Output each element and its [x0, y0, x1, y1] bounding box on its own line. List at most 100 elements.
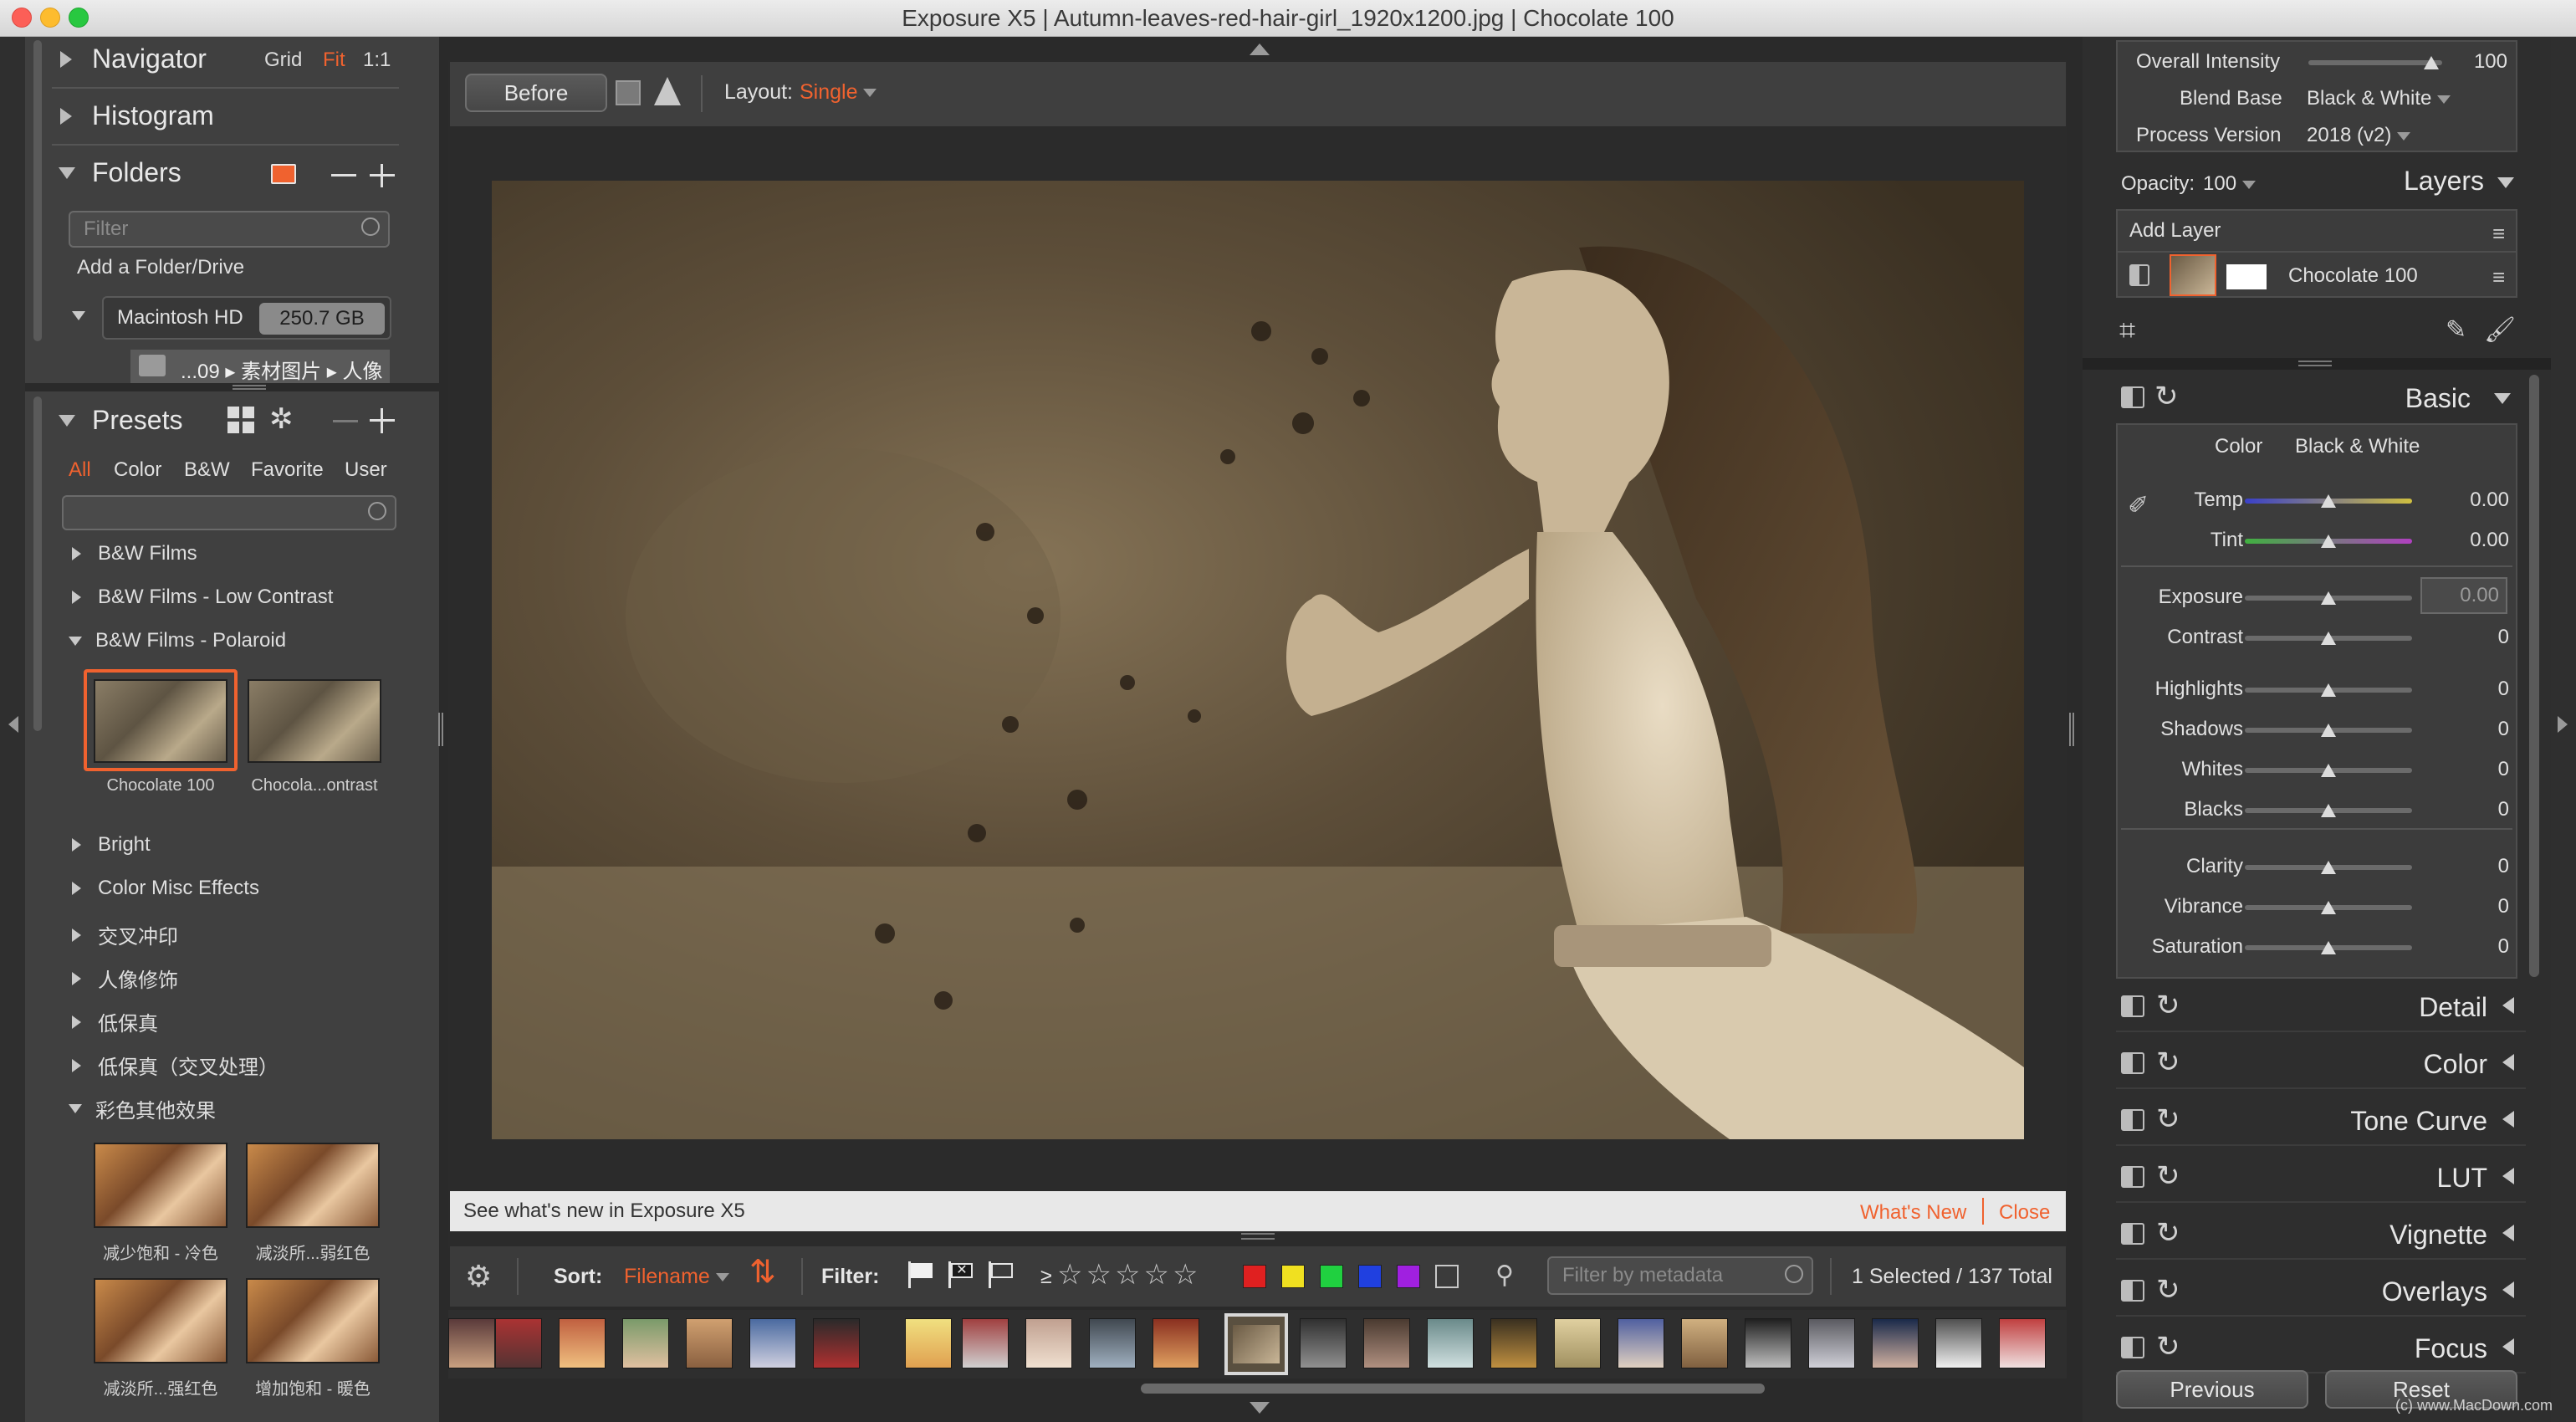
- layer-mask-thumbnail[interactable]: [2226, 264, 2267, 289]
- plus-icon[interactable]: [370, 164, 395, 187]
- import-folder-icon[interactable]: [271, 164, 296, 184]
- flag-icon[interactable]: [908, 1261, 933, 1288]
- expand-icon[interactable]: [72, 547, 81, 560]
- tab-all[interactable]: All: [69, 458, 91, 482]
- filmstrip-thumbnail[interactable]: [1089, 1318, 1136, 1368]
- filmstrip-thumbnail[interactable]: [962, 1318, 1009, 1368]
- unflagged-icon[interactable]: [989, 1261, 1014, 1288]
- previous-button[interactable]: Previous: [2116, 1370, 2308, 1409]
- filmstrip-thumbnail[interactable]: [448, 1318, 495, 1368]
- panel-focus[interactable]: ↻ Focus: [2116, 1322, 2526, 1373]
- panel-color[interactable]: ↻ Color: [2116, 1037, 2526, 1089]
- before-button[interactable]: Before: [465, 74, 607, 112]
- filmstrip-resize-handle[interactable]: [1241, 1233, 1275, 1240]
- expand-icon[interactable]: [2502, 1225, 2514, 1241]
- preset-thumbnail[interactable]: [94, 1278, 227, 1363]
- navigator-grid[interactable]: Grid: [264, 49, 302, 72]
- filmstrip-thumbnail[interactable]: [905, 1318, 952, 1368]
- expand-icon[interactable]: [2502, 1111, 2514, 1128]
- panel-splitter[interactable]: [2083, 358, 2551, 370]
- add-layer-button[interactable]: Add Layer: [2129, 219, 2221, 243]
- expand-icon[interactable]: [2502, 1338, 2514, 1355]
- expand-icon[interactable]: [60, 50, 72, 68]
- minimize-window-button[interactable]: [40, 8, 60, 28]
- tab-color[interactable]: Color: [114, 458, 161, 482]
- star-icon[interactable]: ☆: [1143, 1259, 1168, 1291]
- slider-saturation[interactable]: [2245, 941, 2412, 954]
- panel-detail[interactable]: ↻ Detail: [2116, 980, 2526, 1032]
- slider-knob[interactable]: [2321, 901, 2336, 914]
- selected-filmstrip-thumbnail[interactable]: [1224, 1313, 1288, 1375]
- collapse-left-icon[interactable]: [8, 716, 18, 733]
- preset-group[interactable]: 低保真（交叉处理）: [72, 1051, 279, 1080]
- panel-toggle-icon[interactable]: [2121, 1166, 2144, 1188]
- panel-lut[interactable]: ↻ LUT: [2116, 1151, 2526, 1203]
- crop-icon[interactable]: ⌗: [2119, 316, 2135, 345]
- filmstrip-thumbnail[interactable]: [622, 1318, 669, 1368]
- color-mode-value[interactable]: Black & White: [2295, 435, 2420, 458]
- expand-icon[interactable]: [2502, 997, 2514, 1014]
- panel-toggle-icon[interactable]: [2121, 386, 2144, 408]
- collapse-icon[interactable]: [69, 1104, 82, 1113]
- reject-flag-icon[interactable]: ✕: [948, 1261, 974, 1288]
- minus-icon[interactable]: [333, 420, 358, 422]
- filmstrip-thumbnail[interactable]: [749, 1318, 796, 1368]
- collapse-all-icon[interactable]: ✲: [269, 405, 294, 433]
- menu-icon[interactable]: ≡: [2492, 221, 2505, 247]
- expand-icon[interactable]: [72, 928, 81, 942]
- slider-knob[interactable]: [2321, 591, 2336, 605]
- collapse-icon[interactable]: [59, 414, 75, 427]
- reset-panel-icon[interactable]: ↻: [2156, 989, 2180, 1022]
- minus-icon[interactable]: [331, 174, 356, 176]
- zoom-window-button[interactable]: [69, 8, 89, 28]
- slider-value-exposure[interactable]: 0.00: [2420, 577, 2507, 614]
- tab-bw[interactable]: B&W: [184, 458, 230, 482]
- filmstrip-thumbnail[interactable]: [1153, 1318, 1199, 1368]
- panel-splitter[interactable]: [25, 383, 439, 391]
- panel-tone-curve[interactable]: ↻ Tone Curve: [2116, 1094, 2526, 1146]
- star-icon[interactable]: ☆: [1086, 1259, 1111, 1291]
- collapse-top-icon[interactable]: [1250, 43, 1270, 55]
- blue-label-swatch[interactable]: [1358, 1265, 1382, 1288]
- scrollbar[interactable]: [33, 396, 42, 731]
- preset-group[interactable]: Bright: [72, 833, 151, 857]
- slider-knob[interactable]: [2321, 861, 2336, 874]
- drive-row[interactable]: Macintosh HD 250.7 GB: [102, 296, 391, 340]
- slider-knob[interactable]: [2424, 56, 2440, 69]
- collapse-icon[interactable]: [69, 636, 82, 646]
- filmstrip-thumbnail[interactable]: [1554, 1318, 1601, 1368]
- add-folder-link[interactable]: Add a Folder/Drive: [77, 256, 244, 279]
- red-label-swatch[interactable]: [1243, 1265, 1266, 1288]
- preset-thumbnail[interactable]: [94, 1143, 227, 1228]
- expand-icon[interactable]: [72, 1015, 81, 1029]
- tab-user[interactable]: User: [345, 458, 387, 482]
- panel-toggle-icon[interactable]: [2121, 1052, 2144, 1074]
- histogram-section[interactable]: Histogram: [60, 100, 214, 131]
- layer-name[interactable]: Chocolate 100: [2288, 264, 2418, 288]
- grid-view-icon[interactable]: [227, 407, 254, 433]
- collapse-icon[interactable]: [72, 311, 85, 320]
- slider-knob[interactable]: [2321, 764, 2336, 777]
- slider-shadows[interactable]: [2245, 724, 2412, 737]
- color-label-filter[interactable]: [1243, 1265, 1474, 1294]
- overall-intensity-slider[interactable]: [2308, 56, 2442, 69]
- slider-knob[interactable]: [2321, 683, 2336, 697]
- filmstrip-thumbnail[interactable]: [559, 1318, 606, 1368]
- expand-icon[interactable]: [60, 107, 72, 125]
- slider-contrast[interactable]: [2245, 632, 2412, 645]
- slider-vibrance[interactable]: [2245, 901, 2412, 914]
- filmstrip-thumbnail[interactable]: [1808, 1318, 1855, 1368]
- menu-icon[interactable]: ≡: [2492, 264, 2505, 290]
- preset-thumbnail[interactable]: [248, 679, 381, 763]
- split-view-icon[interactable]: [616, 80, 641, 105]
- no-label-swatch[interactable]: [1435, 1265, 1459, 1288]
- reset-panel-icon[interactable]: ↻: [2156, 1330, 2180, 1363]
- slider-knob[interactable]: [2321, 724, 2336, 737]
- collapse-icon[interactable]: [2494, 393, 2511, 404]
- yellow-label-swatch[interactable]: [1281, 1265, 1305, 1288]
- star-rating-filter[interactable]: ☆ ☆ ☆ ☆ ☆: [1057, 1258, 1201, 1292]
- filmstrip-thumbnail[interactable]: [813, 1318, 860, 1368]
- sort-direction-icon[interactable]: ⇅: [749, 1256, 776, 1288]
- filmstrip-thumbnail[interactable]: [1745, 1318, 1791, 1368]
- filmstrip-thumbnail[interactable]: [1025, 1318, 1072, 1368]
